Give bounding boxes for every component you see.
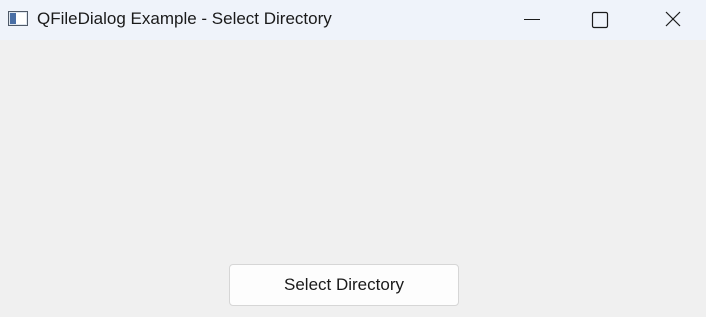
- app-window: QFileDialog Example - Select Directory S…: [0, 0, 706, 317]
- maximize-icon: [591, 11, 609, 29]
- minimize-icon: [524, 19, 540, 20]
- minimize-button[interactable]: [506, 0, 552, 40]
- window-title: QFileDialog Example - Select Directory: [37, 9, 332, 28]
- select-directory-button[interactable]: Select Directory: [229, 264, 459, 306]
- close-button[interactable]: [650, 0, 696, 40]
- close-icon: [665, 11, 681, 27]
- maximize-button[interactable]: [578, 0, 624, 40]
- app-window-icon: [8, 11, 28, 26]
- title-bar[interactable]: QFileDialog Example - Select Directory: [0, 0, 706, 40]
